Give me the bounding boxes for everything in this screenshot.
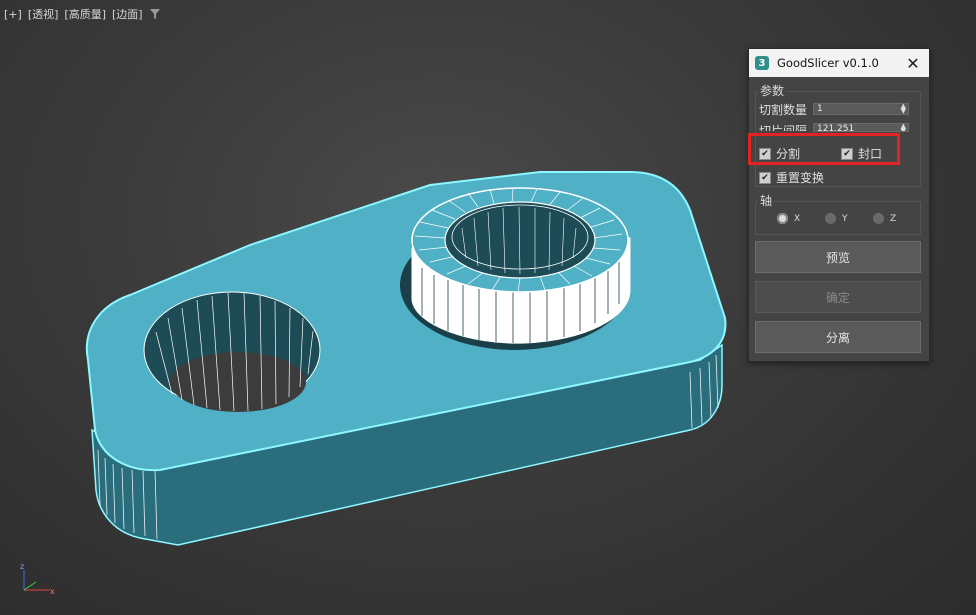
spinner-arrows-icon[interactable]: ▲ ▼ bbox=[901, 103, 906, 115]
params-group-title: 参数 bbox=[758, 82, 787, 99]
cut-count-value: 1 bbox=[817, 104, 823, 114]
panel-title: GoodSlicer v0.1.0 bbox=[777, 56, 879, 70]
close-button[interactable]: ✕ bbox=[903, 53, 923, 73]
axis-z-option[interactable]: Z bbox=[873, 213, 896, 224]
reset-checkbox-row[interactable]: ✔ 重置变换 bbox=[759, 169, 824, 186]
axis-y-radio[interactable] bbox=[825, 213, 836, 224]
axis-x-option[interactable]: X bbox=[777, 213, 800, 224]
split-label: 分割 bbox=[776, 147, 801, 161]
axis-group-title: 轴 bbox=[758, 192, 775, 209]
slice-spacing-spinner[interactable]: 121.251 ▲ ▼ bbox=[813, 123, 909, 132]
app-logo-icon: 3 bbox=[755, 56, 769, 70]
panel-titlebar[interactable]: 3 GoodSlicer v0.1.0 ✕ bbox=[749, 49, 929, 77]
axis-z-radio[interactable] bbox=[873, 213, 884, 224]
preview-button[interactable]: 预览 bbox=[755, 241, 921, 273]
split-checkbox-row[interactable]: ✔ 分割 bbox=[759, 145, 800, 162]
slice-spacing-label: 切片间隔 bbox=[759, 124, 808, 131]
goodslicer-panel[interactable]: 3 GoodSlicer v0.1.0 ✕ 参数 切割数量 1 ▲ ▼ 切片间隔 … bbox=[748, 48, 930, 362]
cut-count-spinner[interactable]: 1 ▲ ▼ bbox=[813, 103, 909, 115]
reset-transform-label: 重置变换 bbox=[776, 171, 825, 185]
axis-x-radio[interactable] bbox=[777, 213, 788, 224]
reset-transform-checkbox[interactable]: ✔ bbox=[759, 171, 771, 184]
cut-count-label: 切割数量 bbox=[759, 103, 808, 117]
slice-spacing-value: 121.251 bbox=[817, 124, 855, 132]
left-hole-bottom bbox=[170, 352, 306, 412]
axis-x-label: X bbox=[794, 213, 801, 224]
svg-text:x: x bbox=[50, 587, 55, 596]
axis-z-label: Z bbox=[890, 213, 897, 224]
svg-text:z: z bbox=[20, 562, 24, 571]
split-checkbox[interactable]: ✔ bbox=[759, 147, 771, 160]
axis-gizmo-icon: z x bbox=[20, 562, 55, 596]
spinner-arrows-icon[interactable]: ▲ ▼ bbox=[901, 124, 906, 131]
detach-button[interactable]: 分离 bbox=[755, 321, 921, 353]
confirm-button[interactable]: 确定 bbox=[755, 281, 921, 313]
cap-label: 封口 bbox=[858, 147, 883, 161]
axis-y-option[interactable]: Y bbox=[825, 213, 848, 224]
cap-checkbox[interactable]: ✔ bbox=[841, 147, 853, 160]
cap-checkbox-row[interactable]: ✔ 封口 bbox=[841, 145, 882, 162]
axis-y-label: Y bbox=[842, 213, 848, 224]
